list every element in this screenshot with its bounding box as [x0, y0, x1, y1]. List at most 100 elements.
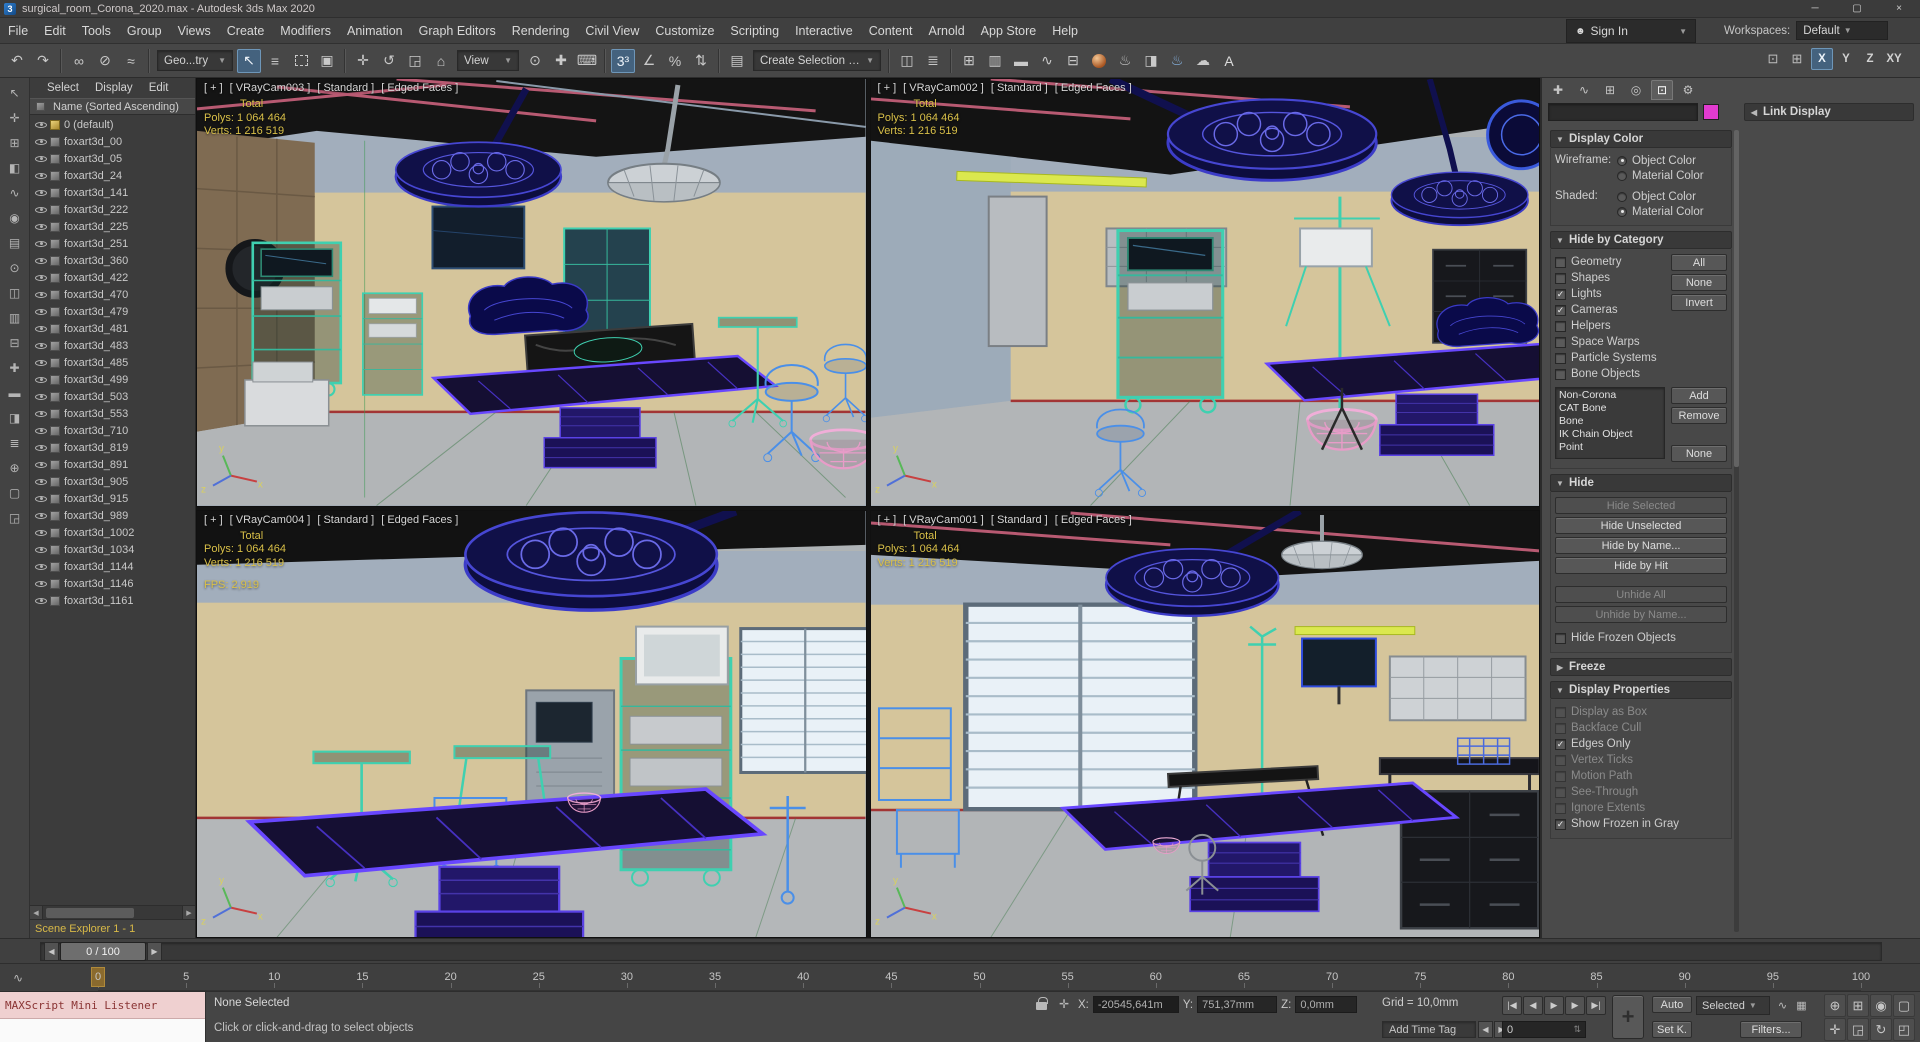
left-toolbar-icon[interactable]: ⊙: [4, 257, 26, 279]
select-link-icon[interactable]: ∞: [67, 49, 91, 73]
menu-app-store[interactable]: App Store: [973, 18, 1045, 43]
visibility-eye-icon[interactable]: [35, 204, 47, 216]
menu-tools[interactable]: Tools: [74, 18, 119, 43]
tab-utilities[interactable]: ⚙: [1677, 80, 1699, 100]
checkbox-geometry[interactable]: Geometry: [1555, 254, 1665, 270]
angle-snap-icon[interactable]: ∠: [637, 49, 661, 73]
checkbox-motion-path[interactable]: Motion Path: [1555, 768, 1727, 784]
left-toolbar-icon[interactable]: ▢: [4, 482, 26, 504]
menu-modifiers[interactable]: Modifiers: [272, 18, 339, 43]
viewport-menu-shading[interactable]: [ Standard ]: [991, 82, 1048, 94]
maximize-viewport-icon[interactable]: ◰: [1893, 1018, 1915, 1041]
time-slider-track[interactable]: [40, 942, 1882, 961]
checkbox-lights[interactable]: ✓ Lights: [1555, 286, 1665, 302]
absolute-mode-icon[interactable]: ✛: [1056, 996, 1072, 1012]
set-keys-button[interactable]: +: [1612, 995, 1644, 1039]
menu-file[interactable]: File: [0, 18, 36, 43]
ruler-tick[interactable]: 50: [973, 971, 985, 983]
list-item[interactable]: foxart3d_422: [30, 269, 195, 286]
maximize-button[interactable]: ▢: [1836, 0, 1878, 17]
ruler-tick[interactable]: 15: [356, 971, 368, 983]
ruler-tick[interactable]: 65: [1238, 971, 1250, 983]
list-none-button[interactable]: None: [1671, 445, 1727, 462]
left-toolbar-icon[interactable]: ◨: [4, 407, 26, 429]
select-and-rotate-icon[interactable]: ↺: [377, 49, 401, 73]
minimize-button[interactable]: ─: [1794, 0, 1836, 17]
ruler-tick[interactable]: 45: [885, 971, 897, 983]
bind-to-space-warp-icon[interactable]: ≈: [119, 49, 143, 73]
rendered-frame-window-icon[interactable]: ◨: [1139, 49, 1163, 73]
viewport-menu-mode[interactable]: [ Edged Faces ]: [1055, 82, 1132, 94]
menu-interactive[interactable]: Interactive: [787, 18, 861, 43]
checkbox-cameras[interactable]: ✓ Cameras: [1555, 302, 1665, 318]
scrollbar-thumb[interactable]: [1734, 130, 1739, 467]
list-remove-button[interactable]: Remove: [1671, 407, 1727, 424]
list-item[interactable]: foxart3d_360: [30, 252, 195, 269]
listener-macro-row[interactable]: MAXScript Mini Listener: [0, 992, 205, 1018]
select-and-move-icon[interactable]: ✛: [351, 49, 375, 73]
rollout-link-display[interactable]: ◀ Link Display: [1744, 103, 1914, 121]
menu-animation[interactable]: Animation: [339, 18, 411, 43]
rollout-header-display-color[interactable]: ▼ Display Color: [1550, 130, 1732, 148]
ruler-tick[interactable]: 100: [1852, 971, 1870, 983]
key-filters-icon[interactable]: ▦: [1793, 997, 1810, 1014]
checkbox-ignore-extents[interactable]: Ignore Extents: [1555, 800, 1727, 816]
checkbox-shapes[interactable]: Shapes: [1555, 270, 1665, 286]
menu-civil-view[interactable]: Civil View: [577, 18, 647, 43]
list-item[interactable]: foxart3d_1144: [30, 558, 195, 575]
scroll-right-icon[interactable]: ▶: [182, 906, 195, 919]
close-button[interactable]: ×: [1878, 0, 1920, 17]
menu-customize[interactable]: Customize: [647, 18, 722, 43]
visibility-eye-icon[interactable]: [35, 187, 47, 199]
percent-snap-icon[interactable]: %: [663, 49, 687, 73]
menu-content[interactable]: Content: [861, 18, 921, 43]
explorer-menu-display[interactable]: Display: [88, 82, 140, 94]
left-toolbar-icon[interactable]: ◲: [4, 507, 26, 529]
visibility-eye-icon[interactable]: [35, 459, 47, 471]
zoom-extents-icon[interactable]: ◉: [1870, 994, 1892, 1017]
keyboard-override-icon[interactable]: ⌨: [575, 49, 599, 73]
list-item[interactable]: foxart3d_819: [30, 439, 195, 456]
list-item[interactable]: foxart3d_891: [30, 456, 195, 473]
visibility-eye-icon[interactable]: [35, 493, 47, 505]
visibility-eye-icon[interactable]: [35, 510, 47, 522]
list-item[interactable]: foxart3d_251: [30, 235, 195, 252]
viewport-menu-camera[interactable]: [ VRayCam002 ]: [903, 82, 984, 94]
checkbox-see-through[interactable]: See-Through: [1555, 784, 1727, 800]
next-frame-arrow[interactable]: ▶: [147, 942, 162, 961]
axis-xy-constraint-button[interactable]: XY: [1883, 48, 1905, 70]
snaps-toggle-icon[interactable]: 3³: [611, 48, 635, 73]
previous-frame-button[interactable]: ◀: [1523, 996, 1543, 1015]
menu-edit[interactable]: Edit: [36, 18, 74, 43]
visibility-eye-icon[interactable]: [35, 136, 47, 148]
viewport-menu-camera[interactable]: [ VRayCam001 ]: [903, 514, 984, 526]
list-item[interactable]: foxart3d_05: [30, 150, 195, 167]
menu-help[interactable]: Help: [1044, 18, 1086, 43]
left-toolbar-icon[interactable]: ≣: [4, 432, 26, 454]
viewport-menu-options[interactable]: [ + ]: [204, 514, 223, 526]
select-by-name-icon[interactable]: ≡: [263, 49, 287, 73]
list-item[interactable]: foxart3d_141: [30, 184, 195, 201]
selection-lock-icon[interactable]: [1036, 997, 1048, 1010]
orbit-icon[interactable]: ↻: [1870, 1018, 1892, 1041]
viewport-menu-options[interactable]: [ + ]: [878, 82, 897, 94]
x-coordinate-field[interactable]: -20545,641m: [1092, 996, 1179, 1013]
visibility-eye-icon[interactable]: [35, 340, 47, 352]
spinner-icon[interactable]: ⇅: [1573, 1024, 1581, 1035]
menu-rendering[interactable]: Rendering: [504, 18, 578, 43]
axis-x-constraint-button[interactable]: X: [1811, 48, 1833, 70]
pan-icon[interactable]: ✛: [1824, 1018, 1846, 1041]
visibility-eye-icon[interactable]: [35, 238, 47, 250]
auto-key-button[interactable]: Auto: [1652, 996, 1692, 1013]
current-frame-field[interactable]: 0 ⇅: [1502, 1021, 1586, 1038]
select-and-place-icon[interactable]: ⌂: [429, 49, 453, 73]
material-editor-icon[interactable]: [1087, 49, 1111, 73]
ruler-tick[interactable]: 30: [621, 971, 633, 983]
rollout-header-hide[interactable]: ▼ Hide: [1550, 474, 1732, 492]
list-add-button[interactable]: Add: [1671, 387, 1727, 404]
menu-create[interactable]: Create: [219, 18, 273, 43]
viewport-menu-camera[interactable]: [ VRayCam003 ]: [230, 82, 311, 94]
checkbox-particle-systems[interactable]: Particle Systems: [1555, 350, 1665, 366]
visibility-eye-icon[interactable]: [35, 595, 47, 607]
viewport-bottom-right[interactable]: [ + ] [ VRayCam001 ] [ Standard ] [ Edged F…: [869, 509, 1540, 938]
